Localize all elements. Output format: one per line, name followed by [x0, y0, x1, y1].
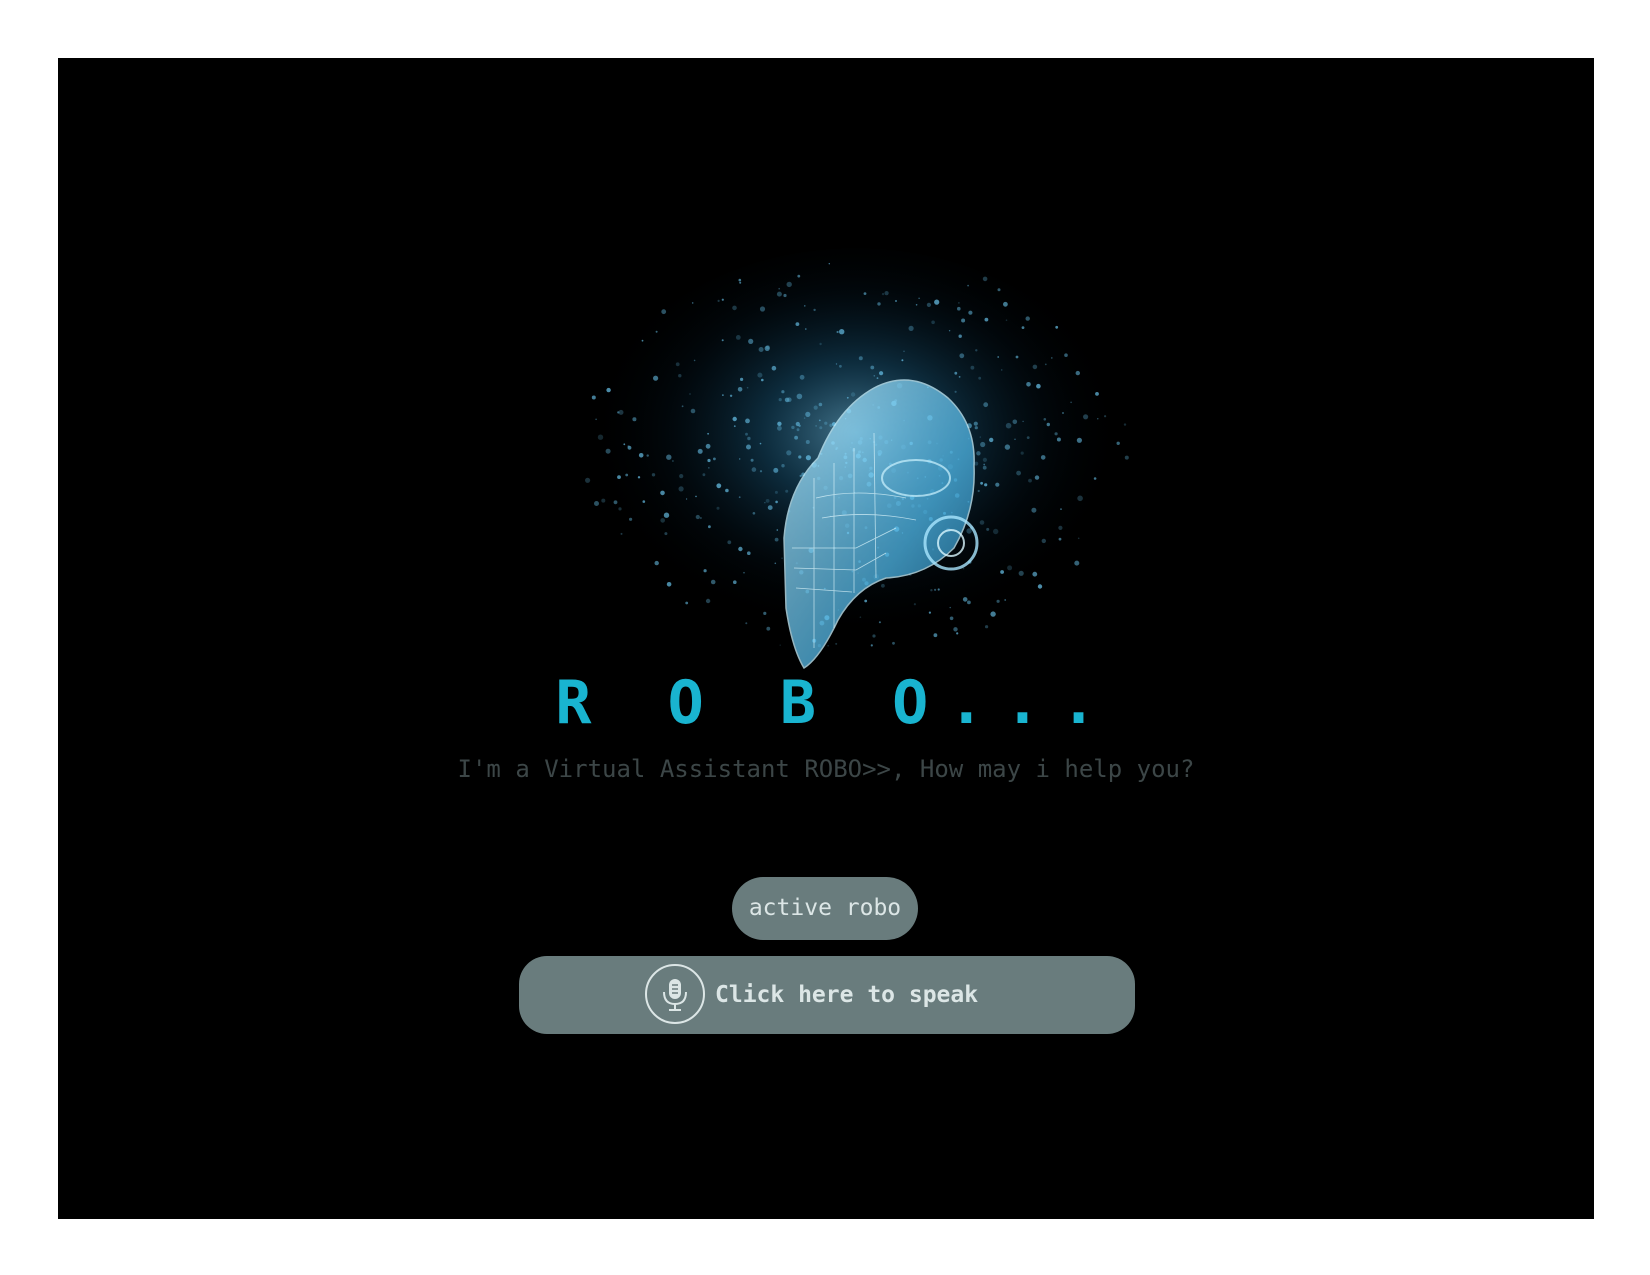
active-robo-button[interactable]: active robo — [732, 877, 918, 940]
robot-hologram-image — [556, 248, 1146, 718]
microphone-icon — [645, 964, 705, 1024]
page-title: R O B O... — [555, 668, 1117, 738]
page-subtitle: I'm a Virtual Assistant ROBO>>, How may … — [457, 755, 1195, 783]
speak-button[interactable]: Click here to speak — [519, 956, 1135, 1034]
speak-button-label: Click here to speak — [715, 982, 979, 1008]
app-frame: R O B O... I'm a Virtual Assistant ROBO>… — [58, 58, 1594, 1219]
